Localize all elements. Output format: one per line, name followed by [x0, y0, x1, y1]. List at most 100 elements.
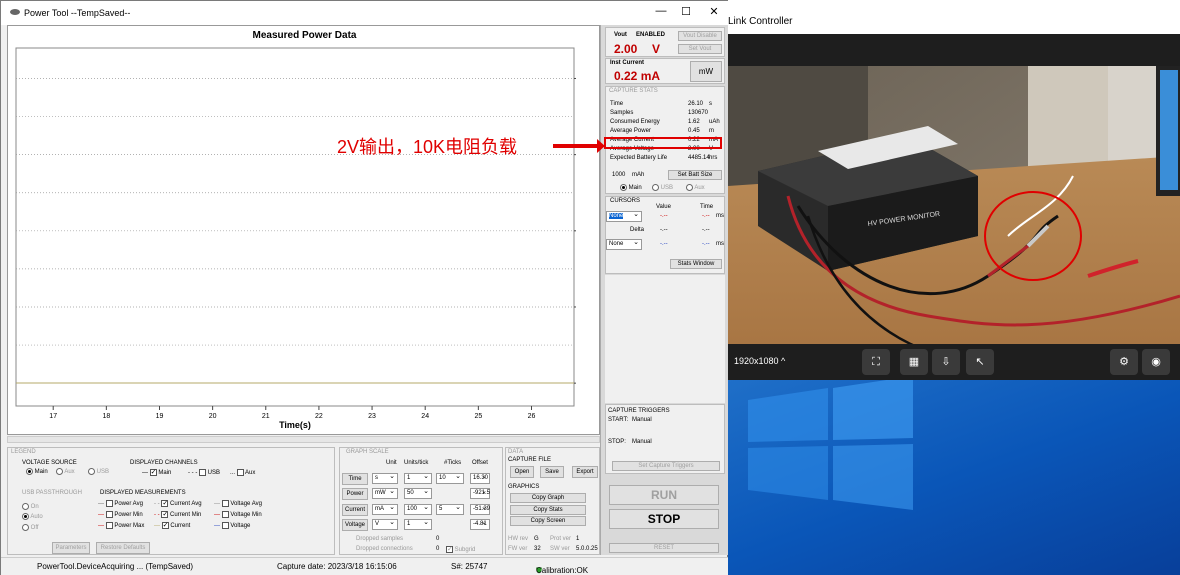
unit-toggle-button[interactable]: mW [690, 61, 722, 82]
delta-time: -.-- [702, 227, 710, 233]
scale-units-tick-select[interactable]: 50 [404, 487, 432, 499]
power-avg-check[interactable]: — Power Avg [98, 500, 143, 507]
current-check[interactable]: — ✓ Current [154, 522, 190, 529]
source-aux-radio[interactable]: Aux [686, 184, 705, 191]
record-icon[interactable]: ◉ [1142, 349, 1170, 375]
source-usb-radio[interactable]: USB [652, 184, 673, 191]
channel-main-check[interactable]: — ✓ Main [142, 469, 171, 476]
source-main-radio[interactable]: Main [620, 184, 642, 191]
power-chart[interactable]: 171819202122232425260100200300400Time(s)… [14, 46, 576, 431]
power-min-check[interactable]: — Power Min [98, 511, 143, 518]
set-vout-button[interactable]: Set Vout [678, 44, 722, 54]
cursor1-unit: ms [716, 213, 724, 219]
scale-col-units-tick: Units/tick [404, 460, 429, 466]
vout-disable-button[interactable]: Vout Disable [678, 31, 722, 41]
stat-name: Average Power [610, 128, 651, 134]
vout-unit: V [652, 42, 661, 56]
scale-unit-select[interactable]: mW [372, 487, 398, 499]
passthrough-on-radio[interactable]: On [22, 503, 39, 510]
stats-window-button[interactable]: Stats Window [670, 259, 722, 269]
scale-unit-select[interactable]: s [372, 472, 398, 484]
desktop-background [728, 380, 1180, 575]
scale-ticks-select[interactable]: 5 [436, 503, 464, 515]
title-bar: Power Tool --TempSaved-- — ☐ ✕ [1, 1, 728, 25]
minimize-icon[interactable]: — [651, 5, 671, 21]
data-group: DATA CAPTURE FILE Open Save Export GRAPH… [505, 447, 600, 555]
film-icon[interactable]: ▦ [900, 349, 928, 375]
voltage-avg-check[interactable]: — Voltage Avg [214, 500, 262, 507]
cursor1-select[interactable]: None [606, 210, 642, 222]
power-max-check[interactable]: — Power Max [98, 522, 144, 529]
x-tick-label: 18 [102, 413, 110, 420]
scale-unit-select[interactable]: mA [372, 503, 398, 515]
dropped-samples-value: 0 [436, 536, 440, 542]
scale-unit-select[interactable]: V [372, 518, 398, 530]
settings-icon[interactable]: ⚙ [1110, 349, 1138, 375]
current-min-check[interactable]: - - ✓ Current Min [154, 511, 201, 518]
x-tick-label: 19 [156, 413, 164, 420]
vs-usb-radio[interactable]: USB [88, 468, 109, 475]
run-button[interactable]: RUN [609, 485, 719, 505]
channel-usb-check[interactable]: - - - USB [188, 469, 220, 476]
voltage-check[interactable]: — Voltage [214, 522, 250, 529]
set-batt-size-button[interactable]: Set Batt Size [668, 170, 722, 180]
open-button[interactable]: Open [510, 466, 534, 478]
stat-value: 0.45 [688, 128, 700, 134]
cursors-group: CURSORS Value Time None -.-- -.-- ms Del… [605, 196, 725, 274]
copy-screen-button[interactable]: Copy Screen [510, 516, 586, 526]
scale-offset-input[interactable]: -51.39 [470, 503, 490, 515]
stat-name: Expected Battery Life [610, 155, 668, 161]
x-tick-label: 22 [315, 413, 323, 420]
voltage-min-check[interactable]: — Voltage Min [214, 511, 262, 518]
scale-offset-input[interactable]: -921.5 [470, 487, 490, 499]
copy-graph-button[interactable]: Copy Graph [510, 493, 586, 503]
vout-group: Vout ENABLED 2.00 V Vout Disable Set Vou… [605, 27, 725, 57]
capture-file-label: CAPTURE FILE [508, 457, 552, 463]
scale-offset-input[interactable]: -4.81 [470, 518, 490, 530]
snapshot-region-icon[interactable]: ⛶ [862, 349, 890, 375]
subgrid-check[interactable]: ✓ Subgrid [446, 546, 475, 553]
fw-ver-label: FW ver [508, 546, 528, 552]
legend-header: LEGEND [11, 449, 36, 455]
reset-button[interactable]: RESET [609, 543, 719, 553]
resolution-selector[interactable]: 1920x1080 ^ [734, 356, 785, 366]
scale-units-tick-select[interactable]: 1 [404, 518, 432, 530]
x-axis-label: Time(s) [279, 420, 311, 430]
graph-scrollbar[interactable] [7, 436, 600, 443]
vs-main-radio[interactable]: Main [26, 468, 48, 475]
maximize-icon[interactable]: ☐ [676, 5, 696, 21]
current-avg-check[interactable]: - - ✓ Current Avg [154, 500, 202, 507]
capture-stats-header: CAPTURE STATS [609, 88, 658, 94]
scale-units-tick-select[interactable]: 1 [404, 472, 432, 484]
scale-ticks-select[interactable]: 10 [436, 472, 464, 484]
scale-units-tick-select[interactable]: 100 [404, 503, 432, 515]
restore-defaults-button[interactable]: Restore Defaults [96, 542, 150, 554]
vs-aux-radio[interactable]: Aux [56, 468, 75, 475]
upload-icon[interactable]: ⇩ [932, 349, 960, 375]
window-title: Power Tool --TempSaved-- [24, 8, 131, 18]
passthrough-auto-radio[interactable]: Auto [22, 513, 43, 520]
scale-offset-input[interactable]: 16.30 [470, 472, 490, 484]
save-button[interactable]: Save [540, 466, 564, 478]
cursor2-select[interactable]: None [606, 238, 642, 250]
close-icon[interactable]: ✕ [704, 5, 724, 21]
parameters-button[interactable]: Parameters [52, 542, 90, 554]
status-bar: PowerTool.DeviceAcquiring ... (TempSaved… [1, 557, 728, 575]
stop-button[interactable]: STOP [609, 509, 719, 529]
passthrough-off-radio[interactable]: Off [22, 524, 39, 531]
scale-row-label[interactable]: Power [342, 488, 368, 500]
export-button[interactable]: Export [572, 466, 598, 478]
scale-row-label[interactable]: Current [342, 504, 368, 516]
cursor-icon[interactable]: ↖ [966, 349, 994, 375]
sw-ver-label: SW ver [550, 546, 570, 552]
camera-toolbar: 1920x1080 ^ ⛶ ▦ ⇩ ↖ ⚙ ◉ [728, 344, 1180, 380]
set-capture-triggers-button[interactable]: Set Capture Triggers [612, 461, 720, 471]
scale-row-label[interactable]: Time [342, 473, 368, 485]
windows-logo [748, 380, 913, 510]
scale-row-label[interactable]: Voltage [342, 519, 368, 531]
copy-stats-button[interactable]: Copy Stats [510, 505, 586, 515]
stat-unit: m [709, 128, 714, 134]
trigger-stop-value: Manual [632, 439, 652, 445]
stat-unit: hrs [709, 155, 718, 161]
channel-aux-check[interactable]: ... Aux [230, 469, 255, 476]
